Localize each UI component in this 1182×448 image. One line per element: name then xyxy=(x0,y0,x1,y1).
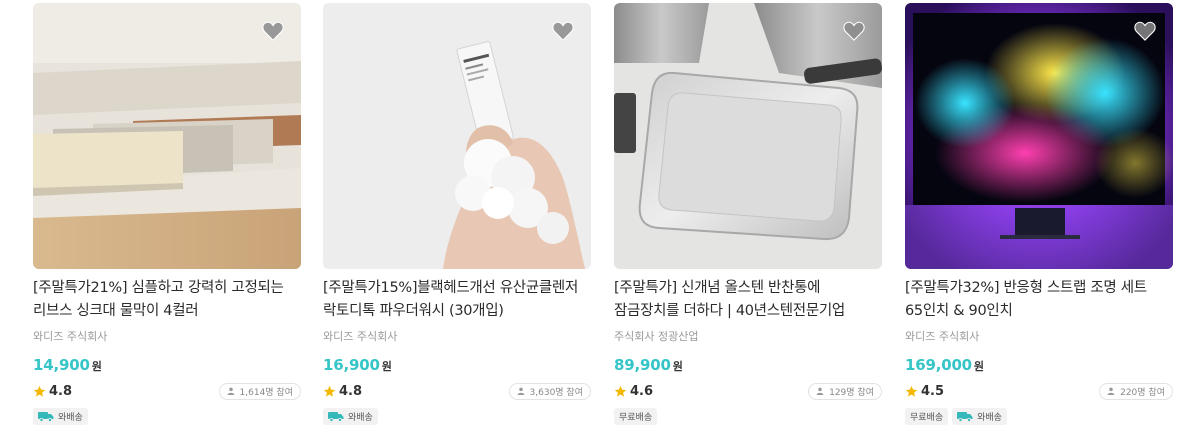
delivery-tag: 무료배송 xyxy=(614,408,658,425)
truck-icon xyxy=(957,412,973,422)
star-icon xyxy=(905,385,918,397)
truck-icon xyxy=(328,412,344,422)
currency-label: 원 xyxy=(381,360,392,373)
participants-badge: 129명 참여 xyxy=(808,382,882,400)
heart-icon[interactable] xyxy=(551,19,575,43)
participants-badge: 3,630명 참여 xyxy=(508,382,591,400)
price-row: 169,000 원 xyxy=(905,356,1173,374)
participants-count: 220명 참여 xyxy=(1120,387,1165,398)
delivery-tag: 무료배송 xyxy=(905,408,949,425)
price: 169,000 xyxy=(905,356,972,374)
rating-value: 4.8 xyxy=(49,383,73,399)
seller-name: 와디즈 주식회사 xyxy=(33,330,108,343)
product-title[interactable]: [주말특가15%]블랙헤드개선 유산균클렌저 락토디톡 파우더워시 (30개입) xyxy=(323,277,591,323)
person-icon xyxy=(227,387,234,395)
heart-icon[interactable] xyxy=(1133,19,1157,43)
person-icon xyxy=(1107,387,1115,395)
delivery-tags: 무료배송 xyxy=(614,408,882,425)
star-icon xyxy=(614,385,627,397)
delivery-tag: 와배송 xyxy=(33,408,88,425)
participants-badge: 220명 참여 xyxy=(1099,382,1173,400)
participants-count: 3,630명 참여 xyxy=(529,387,583,398)
delivery-tag-label: 무료배송 xyxy=(910,413,944,423)
product-image[interactable] xyxy=(323,3,591,269)
delivery-tag-label: 와배송 xyxy=(58,413,83,423)
product-title[interactable]: [주말특가32%] 반응형 스트랩 조명 세트 65인치 & 90인치 xyxy=(905,277,1173,323)
product-image[interactable] xyxy=(614,3,882,269)
delivery-tag-label: 무료배송 xyxy=(619,413,653,423)
product-card[interactable]: [주말특가32%] 반응형 스트랩 조명 세트 65인치 & 90인치 와디즈 … xyxy=(905,3,1173,433)
product-title[interactable]: [주말특가21%] 심플하고 강력히 고정되는 리브스 싱크대 물막이 4컬러 xyxy=(33,277,301,323)
product-title[interactable]: [주말특가] 신개념 올스텐 반찬통에 잠금장치를 더하다 | 40년스텐전문기… xyxy=(614,277,882,323)
rating: 4.6 xyxy=(614,384,653,399)
delivery-tags: 와배송 xyxy=(323,408,591,425)
product-card[interactable]: [주말특가21%] 심플하고 강력히 고정되는 리브스 싱크대 물막이 4컬러 … xyxy=(33,3,301,433)
rating: 4.8 xyxy=(323,384,362,399)
delivery-tag: 와배송 xyxy=(952,408,1007,425)
meta-row: 4.5 220명 참여 xyxy=(905,382,1173,400)
star-icon xyxy=(323,385,336,397)
currency-label: 원 xyxy=(973,360,985,373)
meta-row: 4.6 129명 참여 xyxy=(614,382,882,400)
rating: 4.8 xyxy=(33,384,72,399)
delivery-tags: 무료배송 와배송 xyxy=(905,408,1173,425)
person-icon xyxy=(517,387,524,395)
delivery-tags: 와배송 xyxy=(33,408,301,425)
delivery-tag-label: 와배송 xyxy=(348,413,373,423)
participants-count: 129명 참여 xyxy=(829,387,874,398)
product-grid: [주말특가21%] 심플하고 강력히 고정되는 리브스 싱크대 물막이 4컬러 … xyxy=(0,0,1182,448)
product-card[interactable]: [주말특가] 신개념 올스텐 반찬통에 잠금장치를 더하다 | 40년스텐전문기… xyxy=(614,3,882,433)
product-card[interactable]: [주말특가15%]블랙헤드개선 유산균클렌저 락토디톡 파우더워시 (30개입)… xyxy=(323,3,591,433)
currency-label: 원 xyxy=(672,360,683,373)
participants-count: 1,614명 참여 xyxy=(239,387,293,398)
price-row: 89,900 원 xyxy=(614,356,882,374)
seller-name: 와디즈 주식회사 xyxy=(323,330,398,343)
price: 16,900 xyxy=(323,356,380,374)
product-image[interactable] xyxy=(905,3,1173,269)
star-icon xyxy=(33,385,46,397)
price: 89,900 xyxy=(614,356,671,374)
price-row: 14,900 원 xyxy=(33,356,301,374)
participants-badge: 1,614명 참여 xyxy=(218,382,301,400)
meta-row: 4.8 1,614명 참여 xyxy=(33,382,301,400)
person-icon xyxy=(816,387,824,395)
currency-label: 원 xyxy=(91,360,102,373)
delivery-tag-label: 와배송 xyxy=(977,413,1002,423)
heart-icon[interactable] xyxy=(261,19,285,43)
rating-value: 4.8 xyxy=(339,383,363,399)
product-image[interactable] xyxy=(33,3,301,269)
price: 14,900 xyxy=(33,356,90,374)
delivery-tag: 와배송 xyxy=(323,408,378,425)
rating: 4.5 xyxy=(905,384,944,399)
truck-icon xyxy=(38,412,54,422)
rating-value: 4.5 xyxy=(921,383,945,399)
rating-value: 4.6 xyxy=(630,383,654,399)
meta-row: 4.8 3,630명 참여 xyxy=(323,382,591,400)
heart-icon[interactable] xyxy=(842,19,866,43)
seller-name: 와디즈 주식회사 xyxy=(905,330,980,343)
price-row: 16,900 원 xyxy=(323,356,591,374)
seller-name: 주식회사 정광산업 xyxy=(614,330,699,343)
